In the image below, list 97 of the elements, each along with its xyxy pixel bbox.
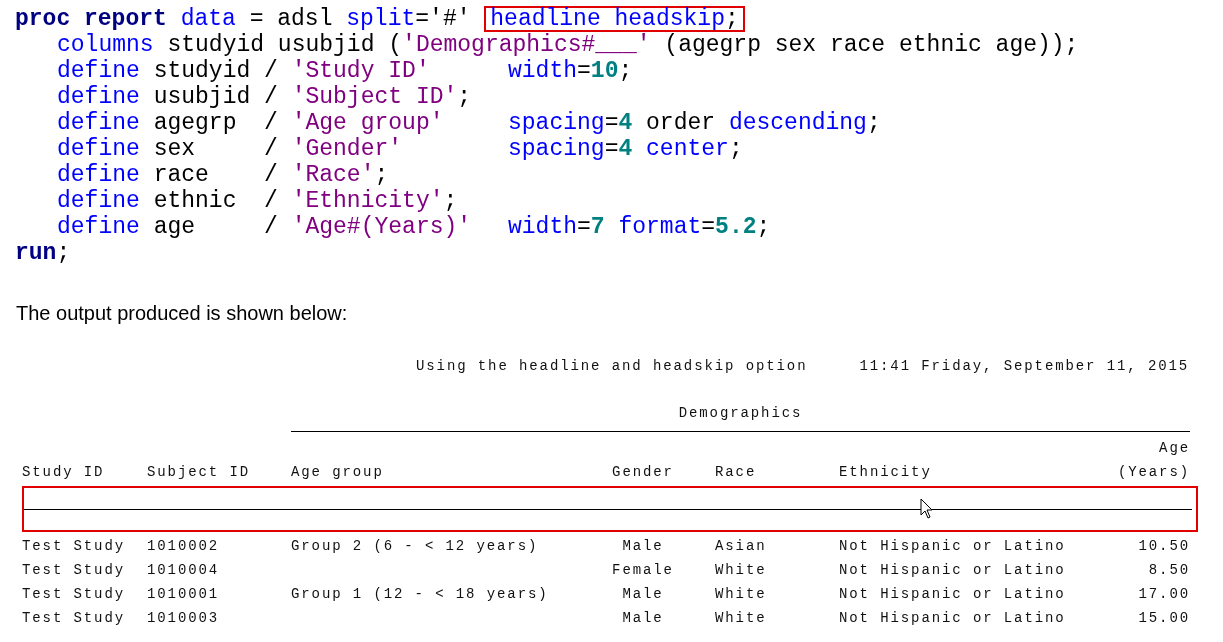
code-token: define <box>57 136 140 162</box>
code-token: spacing <box>508 136 605 162</box>
table-cell: 1010002 <box>147 538 220 554</box>
table-cell: Test Study <box>22 610 125 626</box>
code-token: = <box>604 110 619 136</box>
code-token: define <box>57 214 140 240</box>
table-cell: Test Study <box>22 538 125 554</box>
table-cell: Asian <box>715 538 767 554</box>
code-token: 'Race' <box>291 162 375 188</box>
code-token: = <box>577 214 591 240</box>
table-cell: 8.50 <box>1148 562 1190 578</box>
code-token: columns <box>57 32 154 58</box>
column-header: Ethnicity <box>839 463 933 482</box>
code-token: = <box>604 136 619 162</box>
code-token: ; <box>724 6 739 32</box>
table-cell: 10.50 <box>1138 538 1190 554</box>
code-token: define <box>57 58 140 84</box>
code-token: age / <box>152 214 279 240</box>
code-token: 7 <box>590 214 605 240</box>
code-token: ; <box>728 136 743 162</box>
code-token: 'Gender' <box>291 136 403 162</box>
table-cell: 1010001 <box>147 586 220 602</box>
code-token: 5.2 <box>715 214 757 240</box>
table-cell: 17.00 <box>1138 586 1190 602</box>
code-token: usubjid / <box>152 84 279 110</box>
code-token: define <box>57 84 140 110</box>
code-token: proc report <box>15 6 167 32</box>
code-token: data <box>179 6 236 32</box>
table-cell: Group 2 (6 - < 12 years) <box>291 538 539 554</box>
code-token: (agegrp sex race ethnic age)); <box>663 32 1079 58</box>
column-header: Subject ID <box>147 463 251 482</box>
code-token: format <box>617 214 702 240</box>
code-token: 4 <box>618 110 633 136</box>
code-token: studyid / <box>152 58 279 84</box>
table-cell: 1010003 <box>147 610 220 626</box>
code-token: ; <box>56 240 71 266</box>
code-token: race / <box>152 162 279 188</box>
code-token: = adsl <box>248 6 334 32</box>
code-token: run <box>15 240 57 266</box>
code-token: width <box>508 214 577 240</box>
table-cell: Female <box>612 562 674 578</box>
code-token: spacing <box>508 110 605 136</box>
code-token: ; <box>457 84 472 110</box>
code-token: studyid usubjid ( <box>166 32 403 58</box>
code-token: define <box>57 162 140 188</box>
code-token: 4 <box>618 136 633 162</box>
code-token: 'Age group' <box>291 110 444 136</box>
column-header: Age group <box>291 463 385 482</box>
code-token: ; <box>443 188 458 214</box>
code-token: agegrp / <box>152 110 279 136</box>
code-token: 'Age#(Years)' <box>291 214 472 240</box>
code-token: ='#' <box>415 6 472 32</box>
table-cell: Not Hispanic or Latino <box>839 586 1066 602</box>
table-cell: 1010004 <box>147 562 220 578</box>
code-token: split <box>346 6 416 32</box>
code-token: 'Study ID' <box>291 58 430 84</box>
table-cell: Male <box>622 538 664 554</box>
code-token: ethnic / <box>152 188 279 214</box>
column-header: Study ID <box>22 463 106 482</box>
code-token: width <box>508 58 577 84</box>
code-token: order <box>645 110 717 136</box>
code-token: define <box>57 110 140 136</box>
code-token: ; <box>866 110 881 136</box>
table-cell: White <box>715 610 767 626</box>
code-token: ; <box>374 162 389 188</box>
table-cell: Test Study <box>22 562 125 578</box>
column-header: Age <box>1158 439 1190 458</box>
table-cell: White <box>715 586 767 602</box>
code-token: = <box>577 58 591 84</box>
table-cell: Group 1 (12 - < 18 years) <box>291 586 549 602</box>
report-title: Using the headline and headskip option <box>416 357 808 376</box>
code-token: define <box>57 188 140 214</box>
code-token: sex / <box>152 136 279 162</box>
code-token: 10 <box>590 58 619 84</box>
table-cell: Not Hispanic or Latino <box>839 538 1066 554</box>
code-token: 'Demographics#___' <box>402 32 651 58</box>
code-token: = <box>701 214 716 240</box>
column-header: Race <box>715 463 758 482</box>
caption-text: The output produced is shown below: <box>16 301 348 326</box>
code-token: center <box>645 136 729 162</box>
table-cell: Male <box>622 610 664 626</box>
table-cell: White <box>715 562 767 578</box>
column-header: Gender <box>611 463 675 482</box>
table-cell: 15.00 <box>1138 610 1190 626</box>
code-token: 'Ethnicity' <box>291 188 444 214</box>
spanning-header: Demographics <box>678 404 803 423</box>
code-token: 'Subject ID' <box>291 84 458 110</box>
code-token: headline headskip <box>490 6 725 32</box>
column-header: (Years) <box>1116 463 1190 482</box>
table-cell: Test Study <box>22 586 125 602</box>
table-cell: Male <box>622 586 664 602</box>
table-cell: Not Hispanic or Latino <box>839 562 1066 578</box>
code-token: descending <box>728 110 867 136</box>
report-datetime: 11:41 Friday, September 11, 2015 <box>859 357 1190 376</box>
table-cell: Not Hispanic or Latino <box>839 610 1066 626</box>
code-token: ; <box>618 58 633 84</box>
code-token: ; <box>756 214 771 240</box>
